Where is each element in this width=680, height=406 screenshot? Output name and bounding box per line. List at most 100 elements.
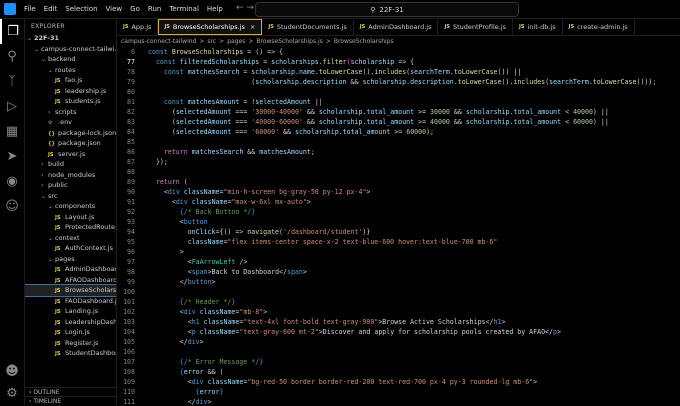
copilot-icon[interactable]: ☺ [0, 194, 24, 219]
file-item[interactable]: JS ProtectedRoute.js [25, 222, 116, 233]
file-item[interactable]: JSLeadershipDashb... [25, 317, 116, 328]
menu-item-terminal[interactable]: Terminal [165, 5, 203, 13]
tab-create-admin-js[interactable]: JS create-admin.js [563, 19, 635, 35]
code-line[interactable]: 82 (selectedAmount === '30000-40000' && … [117, 107, 680, 117]
code-line[interactable]: 79 (scholarship.description && scholarsh… [117, 77, 680, 87]
code-line[interactable]: 98 <span>Back to Dashboard</span> [117, 267, 680, 277]
file-item[interactable]: {} package-lock.json [25, 128, 116, 139]
extensions-icon[interactable]: ▦ [0, 119, 24, 144]
file-item[interactable]: JSAdminDashboard.js [25, 264, 116, 275]
code-line[interactable]: 78 const matchesSearch = scholarship.nam… [117, 67, 680, 77]
explorer-icon[interactable]: ❐ [0, 19, 24, 44]
code-line[interactable]: 95 className="flex items-center space-x-… [117, 237, 680, 247]
search-view-icon[interactable]: ⚲ [0, 44, 24, 69]
remote-icon[interactable]: ➤ [0, 144, 24, 169]
folder-item[interactable]: › scripts [25, 107, 116, 118]
code-line[interactable]: 94 onClick={() => navigate('/dashboard/s… [117, 227, 680, 237]
settings-gear-icon[interactable]: ⚙ [0, 381, 24, 406]
folder-item[interactable]: ⌄ routes [25, 65, 116, 76]
code-line[interactable]: 106 [117, 347, 680, 357]
file-item[interactable]: JS Layout.js [25, 212, 116, 223]
close-icon[interactable]: × [250, 23, 255, 31]
code-line[interactable]: 80 [117, 87, 680, 97]
command-center-search[interactable]: ⚲ 22F-31 [255, 2, 519, 17]
menu-item-edit[interactable]: Edit [40, 5, 62, 13]
code-line[interactable]: 96 > [117, 247, 680, 257]
folder-item[interactable]: ⌄ context [25, 233, 116, 244]
menu-item-selection[interactable]: Selection [61, 5, 101, 13]
code-line[interactable]: 90 <div className="min-h-screen bg-gray-… [117, 187, 680, 197]
breadcrumb-item[interactable]: BrowseScholarships [334, 38, 394, 45]
code-line[interactable]: 87 }); [117, 157, 680, 167]
breadcrumb-item[interactable]: pages [227, 38, 245, 45]
file-item[interactable]: {} package.json [25, 138, 116, 149]
menu-item-file[interactable]: File [20, 5, 40, 13]
nav-arrows[interactable]: ← → [236, 3, 254, 13]
tab-admindashboard-js[interactable]: JS AdminDashboard.js [354, 19, 439, 35]
source-control-icon[interactable]: ᛉ [0, 69, 24, 94]
menu-item-run[interactable]: Run [144, 5, 165, 13]
tab-studentdocuments-js[interactable]: JS StudentDocuments.js [262, 19, 354, 35]
code-line[interactable]: 99 </button> [117, 277, 680, 287]
breadcrumb-item[interactable]: src [207, 38, 216, 45]
code-line[interactable]: 105 </div> [117, 337, 680, 347]
code-line[interactable]: 86 return matchesSearch && matchesAmount… [117, 147, 680, 157]
code-line[interactable]: 85 [117, 137, 680, 147]
code-line[interactable]: 104 <p className="text-gray-600 mt-2">Di… [117, 327, 680, 337]
code-line[interactable]: 81 const matchesAmount = !selectedAmount… [117, 97, 680, 107]
file-item[interactable]: JS FAODashboard.js [25, 296, 116, 307]
file-item[interactable]: JS AuthContext.js [25, 243, 116, 254]
code-line[interactable]: 6 const BrowseScholarships = () => { [117, 47, 680, 57]
code-line[interactable]: 107 {/* Error Message */} [117, 357, 680, 367]
workspace-root[interactable]: ⌄ 22F-31 [25, 33, 116, 44]
tab-init-db-js[interactable]: JS init-db.js [513, 19, 563, 35]
folder-item[interactable]: ⌄ components [25, 201, 116, 212]
file-item[interactable]: JS StudentDashboar... [25, 348, 116, 359]
code-line[interactable]: 100 [117, 287, 680, 297]
timeline-section[interactable]: › TIMELINE [25, 396, 116, 405]
code-line[interactable]: 88 [117, 167, 680, 177]
tab-studentprofile-js[interactable]: JS StudentProfile.js [438, 19, 514, 35]
tab-browsescholarships-js[interactable]: JS BrowseScholarships.js × [158, 19, 263, 35]
folder-item[interactable]: › public [25, 180, 116, 191]
folder-item[interactable]: › node_modules [25, 170, 116, 181]
tab-app-js[interactable]: JS App.js [117, 19, 159, 35]
file-item[interactable]: JS Login.js [25, 327, 116, 338]
menu-item-view[interactable]: View [102, 5, 127, 13]
folder-item[interactable]: ⌄ backend [25, 54, 116, 65]
file-item[interactable]: JS Register.js [25, 338, 116, 349]
file-item[interactable]: JSBrowseScholarshi... [25, 284, 116, 297]
file-item[interactable]: JS leadership.js [25, 86, 116, 97]
code-line[interactable]: 101 {/* Header */} [117, 297, 680, 307]
code-line[interactable]: 93 <button [117, 217, 680, 227]
file-item[interactable]: JS fao.js [25, 75, 116, 86]
code-line[interactable]: 97 <FaArrowLeft /> [117, 257, 680, 267]
code-line[interactable]: 84 (selectedAmount === '60000' && schola… [117, 127, 680, 137]
code-line[interactable]: 108 {error && ( [117, 367, 680, 377]
breadcrumb-item[interactable]: BrowseScholarships.js [256, 38, 322, 45]
file-item[interactable]: JS students.js [25, 96, 116, 107]
folder-item[interactable]: ⌄ campus-connect-tailwi... [25, 44, 116, 55]
file-item[interactable]: JSAFAODashboard.js [25, 275, 116, 286]
code-line[interactable]: 91 <div className="max-w-6xl mx-auto"> [117, 197, 680, 207]
code-line[interactable]: 110 {error} [117, 387, 680, 397]
menu-item-help[interactable]: Help [203, 5, 227, 13]
folder-item[interactable]: ⌄ src [25, 191, 116, 202]
run-debug-icon[interactable]: ▷ [0, 94, 24, 119]
code-line[interactable]: 103 <h1 className="text-4xl font-bold te… [117, 317, 680, 327]
folder-item[interactable]: ⌄ pages [25, 254, 116, 265]
breadcrumb-item[interactable]: campus-connect-tailwind [121, 38, 196, 45]
code-line[interactable]: 83 (selectedAmount === '40000-60000' && … [117, 117, 680, 127]
file-item[interactable]: JS server.js [25, 149, 116, 160]
folder-item[interactable]: › build [25, 159, 116, 170]
code-line[interactable]: 102 <div className="mb-8"> [117, 307, 680, 317]
code-line[interactable]: 77 const filteredScholarships = scholars… [117, 57, 680, 67]
code-line[interactable]: 109 <div className="bg-red-50 border bor… [117, 377, 680, 387]
code-line[interactable]: 89 return ( [117, 177, 680, 187]
code-line[interactable]: 111 </div> [117, 397, 680, 405]
menu-item-go[interactable]: Go [126, 5, 144, 13]
file-item[interactable]: ⚙ .env [25, 117, 116, 128]
code-editor[interactable]: 6 const BrowseScholarships = () => {77 co… [117, 47, 680, 405]
file-item[interactable]: JS Landing.js [25, 306, 116, 317]
code-line[interactable]: 92 {/* Back Button */} [117, 207, 680, 217]
